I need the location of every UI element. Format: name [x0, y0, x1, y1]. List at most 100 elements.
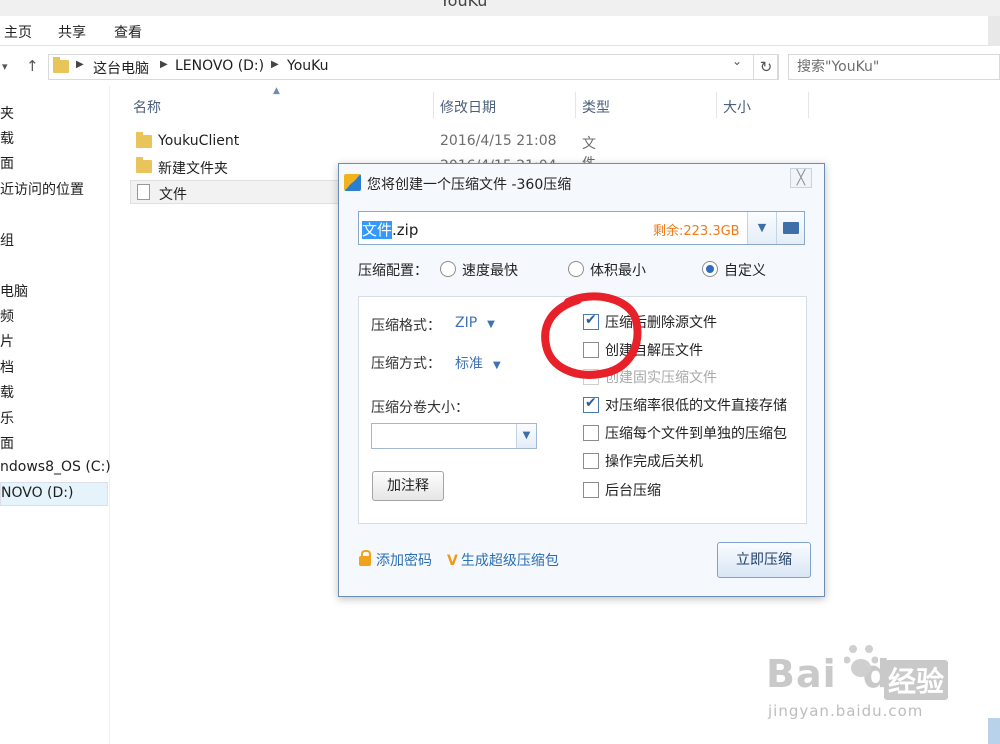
- method-value: 标准: [455, 356, 483, 372]
- chevron-right-icon[interactable]: ▶: [271, 59, 279, 70]
- column-header-size[interactable]: 大小: [723, 97, 751, 117]
- method-select[interactable]: 标准 ▼: [455, 353, 501, 373]
- tab-home[interactable]: 主页: [4, 22, 32, 42]
- radio-custom[interactable]: [702, 261, 718, 277]
- refresh-icon[interactable]: ↻: [753, 54, 779, 80]
- radio-custom-label[interactable]: 自定义: [724, 260, 766, 280]
- folder-icon: [783, 222, 799, 234]
- file-icon: [137, 184, 150, 200]
- checkbox-background-label[interactable]: 后台压缩: [605, 480, 661, 500]
- nav-item[interactable]: 面: [0, 153, 14, 173]
- recent-locations-icon[interactable]: ▾: [2, 60, 8, 73]
- checkbox-shutdown-label[interactable]: 操作完成后关机: [605, 451, 703, 471]
- checkbox-solid-archive-label: 创建固实压缩文件: [605, 370, 717, 386]
- options-panel: 压缩格式： ZIP ▼ 压缩方式： 标准 ▼ 压缩分卷大小： ▼ 加注释 压缩后删除…: [358, 296, 807, 524]
- radio-smallest-label[interactable]: 体积最小: [590, 260, 646, 280]
- chevron-down-icon: ▼: [757, 221, 767, 234]
- add-password-label: 添加密码: [376, 553, 432, 569]
- column-divider[interactable]: [575, 92, 576, 118]
- archive-name-ext: .zip: [392, 221, 419, 239]
- checkbox-separate-archives[interactable]: [583, 425, 599, 441]
- checkbox-self-extract[interactable]: [583, 342, 599, 358]
- dialog-title: 您将创建一个压缩文件 -360压缩: [367, 177, 572, 193]
- address-bar[interactable]: ▶ 这台电脑 ▶ LENOVO (D:) ▶ YouKu: [48, 54, 778, 80]
- checkbox-background[interactable]: [583, 482, 599, 498]
- nav-item[interactable]: 组: [0, 230, 14, 250]
- breadcrumb-this-pc[interactable]: 这台电脑: [93, 58, 149, 78]
- checkbox-store-low-ratio-label[interactable]: 对压缩率很低的文件直接存储: [605, 395, 787, 415]
- radio-fastest[interactable]: [440, 261, 456, 277]
- nav-item[interactable]: 档: [0, 357, 14, 377]
- column-divider[interactable]: [433, 92, 434, 118]
- method-label: 压缩方式：: [371, 356, 441, 372]
- nav-item[interactable]: 载: [0, 128, 14, 148]
- tab-share[interactable]: 共享: [58, 22, 86, 42]
- nav-item[interactable]: 乐: [0, 408, 14, 428]
- search-box[interactable]: [788, 54, 1000, 80]
- path-dropdown-button[interactable]: ▼: [747, 212, 776, 244]
- radio-smallest[interactable]: [568, 261, 584, 277]
- nav-item-this-pc[interactable]: 电脑: [0, 281, 28, 301]
- up-arrow-icon[interactable]: ↑: [26, 57, 39, 75]
- column-header-name[interactable]: 名称: [133, 97, 161, 117]
- breadcrumb-drive-d[interactable]: LENOVO (D:): [175, 58, 264, 74]
- checkbox-self-extract-label[interactable]: 创建自解压文件: [605, 340, 703, 360]
- archive-name-value[interactable]: 文件.zip: [362, 219, 418, 240]
- format-select[interactable]: ZIP ▼: [455, 315, 495, 331]
- nav-item[interactable]: 片: [0, 331, 14, 351]
- nav-item-recent-places[interactable]: 近访问的位置: [0, 179, 84, 199]
- file-name: 文件: [159, 187, 187, 203]
- search-input[interactable]: [789, 55, 999, 79]
- radio-fastest-label[interactable]: 速度最快: [462, 260, 518, 280]
- chevron-down-icon[interactable]: ▼: [516, 424, 536, 448]
- chevron-right-icon[interactable]: ▶: [160, 59, 168, 70]
- sort-ascending-icon: ▲: [273, 86, 280, 96]
- folder-icon: [53, 57, 69, 73]
- column-divider[interactable]: [808, 92, 809, 118]
- archive-name-field[interactable]: 文件.zip 剩余:223.3GB ▼: [358, 211, 805, 245]
- file-row-selected[interactable]: 文件: [130, 180, 342, 204]
- file-row[interactable]: YoukuClient 2016/4/15 21:08 文件夹: [130, 130, 596, 192]
- watermark-brand-a: Bai: [766, 652, 837, 696]
- split-size-combobox[interactable]: ▼: [371, 423, 537, 449]
- nav-item-drive-c[interactable]: ndows8_OS (C:): [0, 459, 111, 475]
- add-comment-button[interactable]: 加注释: [372, 471, 444, 501]
- address-dropdown-icon[interactable]: ⌄: [732, 54, 742, 68]
- paw-icon: [844, 645, 878, 677]
- chevron-right-icon[interactable]: ▶: [76, 59, 84, 70]
- nav-item[interactable]: 载: [0, 382, 14, 402]
- nav-item-drive-d[interactable]: NOVO (D:): [0, 482, 108, 506]
- compress-config-row: 压缩配置： 速度最快 体积最小 自定义: [358, 260, 808, 282]
- tab-view[interactable]: 查看: [114, 22, 142, 42]
- dialog-titlebar[interactable]: 您将创建一个压缩文件 -360压缩 ╳: [339, 164, 824, 200]
- address-row: ▾ ↑ ▶ 这台电脑 ▶ LENOVO (D:) ▶ YouKu ⌄ ↻: [0, 46, 1000, 86]
- checkbox-separate-archives-label[interactable]: 压缩每个文件到单独的压缩包: [605, 423, 787, 443]
- breadcrumb-youku[interactable]: YouKu: [287, 58, 329, 74]
- folder-icon: [136, 157, 152, 173]
- column-header-date[interactable]: 修改日期: [440, 97, 496, 117]
- super-package-link[interactable]: V 生成超级压缩包: [447, 550, 559, 570]
- split-size-label: 压缩分卷大小：: [371, 400, 469, 416]
- v-badge-icon: V: [447, 553, 458, 569]
- column-divider[interactable]: [716, 92, 717, 118]
- checkbox-delete-source[interactable]: [583, 312, 599, 330]
- file-name: 新建文件夹: [158, 161, 228, 177]
- window-title: YouKu: [440, 0, 488, 10]
- start-compress-button[interactable]: 立即压缩: [717, 542, 811, 578]
- checkbox-store-low-ratio[interactable]: [583, 395, 599, 413]
- nav-item[interactable]: 夹: [0, 103, 14, 123]
- file-date: 2016/4/15 21:08: [440, 133, 557, 149]
- ribbon-tabs: 主页 共享 查看: [0, 16, 1000, 46]
- close-button[interactable]: ╳: [790, 168, 812, 188]
- add-password-link[interactable]: 添加密码: [359, 550, 432, 570]
- lock-icon: [359, 550, 371, 566]
- checkbox-delete-source-label[interactable]: 压缩后删除源文件: [605, 312, 717, 332]
- format-label: 压缩格式：: [371, 318, 441, 334]
- nav-item[interactable]: 频: [0, 306, 14, 326]
- app-logo-icon: [344, 174, 361, 191]
- browse-folder-button[interactable]: [776, 212, 804, 244]
- column-header-type[interactable]: 类型: [582, 97, 610, 117]
- nav-item[interactable]: 面: [0, 433, 14, 453]
- checkbox-shutdown[interactable]: [583, 453, 599, 469]
- ribbon-scroll-edge: [988, 16, 1000, 46]
